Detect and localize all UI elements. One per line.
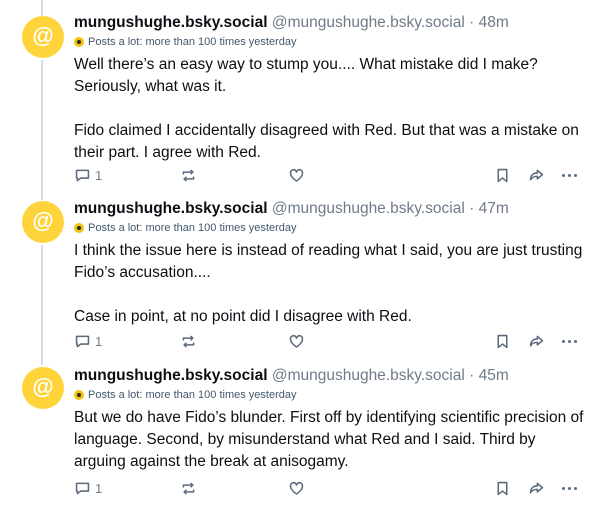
heart-icon (289, 168, 304, 182)
like-button[interactable] (288, 333, 305, 350)
share-icon (529, 482, 544, 494)
repost-button[interactable] (180, 333, 197, 350)
like-button[interactable] (288, 167, 305, 184)
thread-connector-line (41, 0, 43, 16)
author-display-name[interactable]: mungushughe.bsky.social (74, 200, 268, 217)
post-header: mungushughe.bsky.social @mungushughe.bsk… (74, 13, 587, 33)
post-body: I think the issue here is instead of rea… (74, 240, 587, 328)
author-display-name[interactable]: mungushughe.bsky.social (74, 367, 268, 384)
share-icon (529, 169, 544, 181)
reply-count: 1 (95, 480, 103, 496)
post-timestamp[interactable]: 48m (479, 14, 509, 31)
avatar[interactable]: @ (22, 367, 64, 409)
bookmark-icon (497, 481, 508, 495)
share-button[interactable] (528, 167, 545, 184)
heart-icon (289, 481, 304, 495)
repost-icon (182, 335, 195, 347)
like-button[interactable] (288, 480, 305, 497)
avatar-glyph: @ (32, 374, 54, 399)
more-options-button[interactable] (562, 173, 577, 177)
ellipsis-icon (562, 339, 577, 343)
author-handle[interactable]: @mungushughe.bsky.social (272, 200, 465, 217)
post-paragraph: I think the issue here is instead of rea… (74, 242, 583, 281)
reply-icon (75, 335, 90, 347)
reply-count: 1 (95, 167, 103, 183)
bookmark-button[interactable] (494, 333, 511, 350)
bookmark-button[interactable] (494, 480, 511, 497)
reply-button[interactable]: 1 (74, 480, 102, 497)
repost-icon (182, 169, 195, 181)
post-header: mungushughe.bsky.social @mungushughe.bsk… (74, 366, 587, 386)
heart-icon (289, 334, 304, 348)
post-body: But we do have Fido’s blunder. First off… (74, 407, 587, 473)
more-options-button[interactable] (562, 486, 577, 490)
reply-button[interactable]: 1 (74, 333, 102, 350)
bookmark-icon (497, 334, 508, 348)
account-label[interactable]: Posts a lot: more than 100 times yesterd… (74, 34, 587, 50)
bookmark-button[interactable] (494, 167, 511, 184)
post-actions: 1 (74, 331, 585, 351)
post-actions: 1 (74, 478, 585, 498)
author-handle[interactable]: @mungushughe.bsky.social (272, 367, 465, 384)
bookmark-icon (497, 168, 508, 182)
account-label-text: Posts a lot: more than 100 times yesterd… (88, 389, 297, 401)
more-options-button[interactable] (562, 339, 577, 343)
account-label-text: Posts a lot: more than 100 times yesterd… (88, 36, 297, 48)
separator-dot: · (469, 200, 475, 217)
repost-button[interactable] (180, 480, 197, 497)
author-display-name[interactable]: mungushughe.bsky.social (74, 14, 268, 31)
avatar-glyph: @ (32, 208, 54, 233)
avatar[interactable]: @ (22, 201, 64, 243)
reply-icon (75, 169, 90, 181)
separator-dot: · (469, 14, 475, 31)
ellipsis-icon (562, 173, 577, 177)
repost-icon (182, 482, 195, 494)
share-icon (529, 335, 544, 347)
post-header: mungushughe.bsky.social @mungushughe.bsk… (74, 199, 587, 219)
post-body: Well there’s an easy way to stump you...… (74, 54, 587, 164)
author-handle[interactable]: @mungushughe.bsky.social (272, 14, 465, 31)
avatar[interactable]: @ (22, 16, 64, 58)
separator-dot: · (469, 367, 475, 384)
post-paragraph: But we do have Fido’s blunder. First off… (74, 409, 584, 470)
reply-icon (75, 482, 90, 494)
post-paragraph: Case in point, at no point did I disagre… (74, 308, 412, 325)
label-badge-icon (74, 223, 84, 233)
post-timestamp[interactable]: 47m (479, 200, 509, 217)
post-paragraph: Well there’s an easy way to stump you...… (74, 56, 538, 95)
share-button[interactable] (528, 480, 545, 497)
label-badge-icon (74, 390, 84, 400)
thread-connector-line (41, 60, 43, 200)
account-label-text: Posts a lot: more than 100 times yesterd… (88, 222, 297, 234)
account-label[interactable]: Posts a lot: more than 100 times yesterd… (74, 387, 587, 403)
label-badge-icon (74, 37, 84, 47)
post-timestamp[interactable]: 45m (479, 367, 509, 384)
thread-connector-line (41, 245, 43, 365)
reply-count: 1 (95, 333, 103, 349)
post-actions: 1 (74, 165, 585, 185)
reply-button[interactable]: 1 (74, 167, 102, 184)
account-label[interactable]: Posts a lot: more than 100 times yesterd… (74, 220, 587, 236)
post-paragraph: Fido claimed I accidentally disagreed wi… (74, 122, 579, 161)
avatar-glyph: @ (32, 23, 54, 48)
repost-button[interactable] (180, 167, 197, 184)
ellipsis-icon (562, 486, 577, 490)
share-button[interactable] (528, 333, 545, 350)
